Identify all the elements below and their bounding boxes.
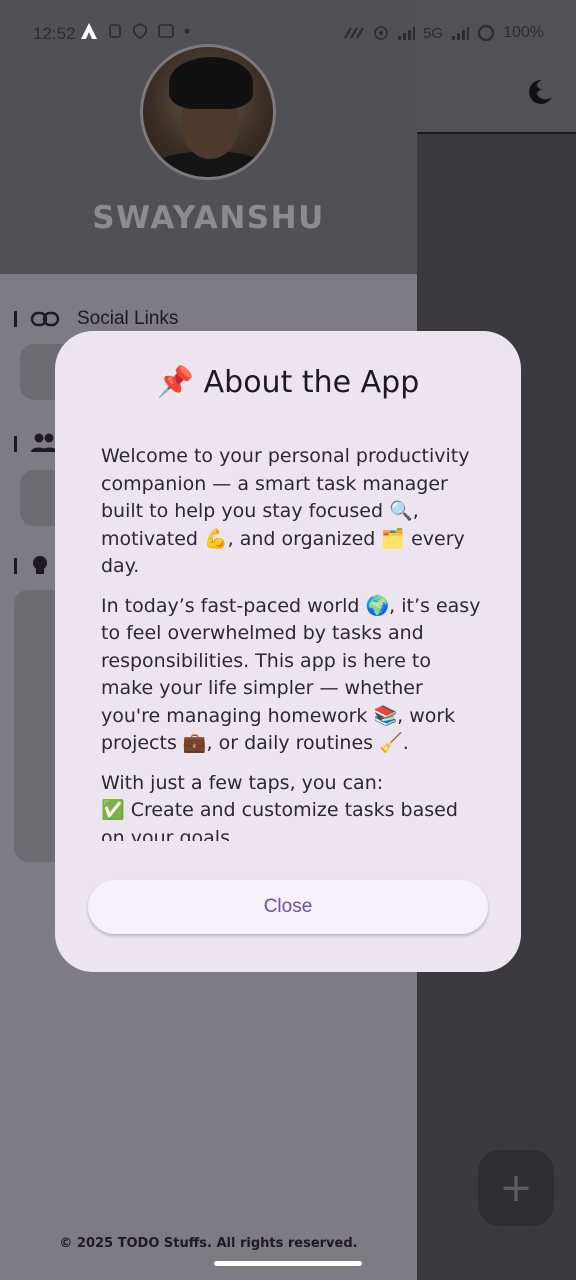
battery-icon <box>477 24 495 42</box>
battery-percentage: 100% <box>503 24 544 41</box>
about-paragraph: In today’s fast-paced world 🌍, it’s easy… <box>101 594 481 755</box>
section-marker <box>14 311 17 327</box>
plus-icon: + <box>499 1165 533 1211</box>
network-type: 5G <box>423 24 444 42</box>
section-marker <box>14 558 17 574</box>
close-button[interactable]: Close <box>88 880 488 934</box>
message-icon <box>158 24 174 38</box>
about-paragraph: With just a few taps, you can: ✅ Create … <box>101 771 458 842</box>
link-icon <box>30 306 60 332</box>
add-task-fab[interactable]: + <box>478 1150 554 1226</box>
signal-icon <box>398 27 416 40</box>
about-dialog: 📌 About the App Welcome to your personal… <box>55 331 521 972</box>
system-status-icons: 5G 100% <box>343 24 544 42</box>
gesture-navigation-bar[interactable] <box>214 1261 362 1266</box>
notification-icon <box>109 24 121 38</box>
notification-icons <box>80 22 190 40</box>
about-paragraph: Welcome to your personal productivity co… <box>101 445 470 577</box>
app-bar-divider <box>416 132 576 134</box>
dot-icon <box>184 28 190 34</box>
theme-toggle-button[interactable] <box>522 74 558 110</box>
dialog-title: 📌 About the App <box>156 365 420 400</box>
signal-icon-2 <box>452 27 470 40</box>
footer-copyright: © 2025 TODO Stuffs. All rights reserved. <box>59 1236 358 1251</box>
status-time: 12:52 <box>33 24 76 43</box>
dark-mode-icon <box>529 79 552 104</box>
status-bar: 12:52 5G 100% <box>0 0 576 66</box>
shield-icon <box>133 23 147 39</box>
profile-name: SWAYANSHU <box>92 200 325 236</box>
hotspot-icon <box>374 26 388 40</box>
section-marker <box>14 436 17 452</box>
section-label-social-links: Social Links <box>77 308 179 329</box>
wifi-calling-icon <box>344 27 365 39</box>
dialog-body[interactable]: Welcome to your personal productivity co… <box>101 443 481 841</box>
app-notification-icon <box>81 23 97 39</box>
